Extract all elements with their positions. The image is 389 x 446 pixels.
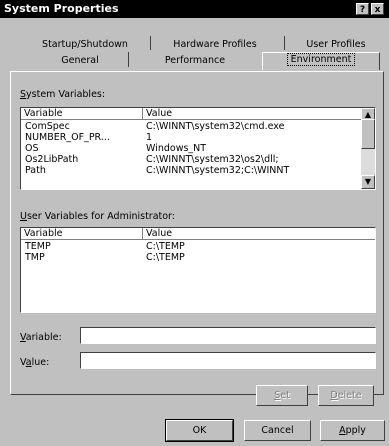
tab-performance[interactable]: Performance (150, 53, 240, 69)
close-button[interactable]: x (371, 3, 384, 15)
column-header-value[interactable]: Value (143, 108, 361, 120)
list-item[interactable]: Path C:\WINNT\system32;C:\WINNT (21, 165, 375, 176)
set-button[interactable]: Set (256, 385, 308, 406)
variable-name: ComSpec (25, 121, 70, 132)
variable-value: C:\WINNT\system32\os2\dll; (146, 154, 279, 165)
column-header-variable[interactable]: Variable (21, 108, 143, 120)
variable-value: C:\WINNT\system32\cmd.exe (146, 121, 285, 132)
help-button[interactable]: ? (356, 3, 369, 15)
column-header-variable[interactable]: Variable (21, 228, 143, 240)
list-item[interactable]: ComSpec C:\WINNT\system32\cmd.exe (21, 121, 375, 132)
system-properties-window: System Properties ? x Startup/Shutdown H… (0, 0, 389, 446)
tab-divider (284, 36, 285, 50)
variable-field-label: Variable: (20, 332, 62, 343)
list-item[interactable]: OS Windows_NT (21, 143, 375, 154)
value-field-label: Value: (20, 357, 50, 368)
tab-divider (150, 36, 151, 50)
list-item[interactable]: TMP C:\TEMP (21, 252, 375, 263)
tab-startup-shutdown[interactable]: Startup/Shutdown (30, 37, 140, 53)
variable-value: C:\TEMP (146, 241, 185, 252)
variable-name: TEMP (25, 241, 51, 252)
system-variables-list[interactable]: Variable Value ComSpec C:\WINNT\system32\… (20, 107, 376, 190)
tab-divider (128, 52, 129, 67)
delete-button[interactable]: Delete (318, 385, 374, 406)
ok-button[interactable]: OK (165, 419, 234, 442)
variable-value: 1 (146, 132, 153, 143)
apply-button[interactable]: Apply (320, 420, 385, 441)
user-variables-list[interactable]: Variable Value TEMP C:\TEMP TMP C:\TEMP (20, 227, 376, 313)
variable-name: Os2LibPath (25, 154, 79, 165)
tab-general[interactable]: General (40, 53, 120, 69)
cancel-button[interactable]: Cancel (244, 420, 311, 441)
down-arrow-icon[interactable]: ▼ (361, 175, 375, 189)
tab-environment[interactable]: Environment (262, 52, 380, 70)
scroll-thumb[interactable] (361, 119, 375, 149)
variable-name: TMP (25, 252, 45, 263)
list-item[interactable]: TEMP C:\TEMP (21, 241, 375, 252)
variable-input[interactable] (80, 327, 376, 344)
value-input[interactable] (80, 352, 376, 369)
system-variables-scrollbar[interactable]: ▲ ▼ (361, 108, 375, 189)
tab-environment-label: Environment (286, 53, 356, 66)
variable-name: Path (25, 165, 46, 176)
system-variables-label: System Variables: (20, 89, 106, 100)
variable-name: OS (25, 143, 39, 154)
list-item[interactable]: NUMBER_OF_PR... 1 (21, 132, 375, 143)
tab-user-profiles[interactable]: User Profiles (296, 37, 376, 53)
user-variables-label: User Variables for Administrator: (20, 211, 175, 222)
variable-value: C:\TEMP (146, 252, 185, 263)
variable-value: Windows_NT (146, 143, 207, 154)
list-item[interactable]: Os2LibPath C:\WINNT\system32\os2\dll; (21, 154, 375, 165)
tab-hardware-profiles[interactable]: Hardware Profiles (165, 37, 265, 53)
variable-value: C:\WINNT\system32;C:\WINNT (146, 165, 290, 176)
window-title: System Properties (4, 2, 119, 15)
column-header-value[interactable]: Value (143, 228, 375, 240)
title-bar[interactable]: System Properties ? x (0, 0, 389, 18)
variable-name: NUMBER_OF_PR... (25, 132, 110, 143)
